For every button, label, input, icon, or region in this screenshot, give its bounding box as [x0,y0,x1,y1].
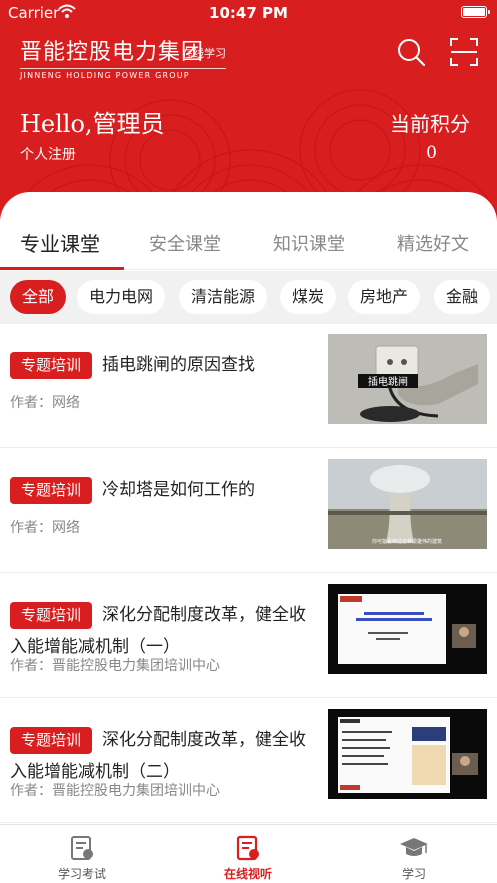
category-tag: 专题培训 [10,476,93,504]
article-thumbnail [328,709,487,799]
content-panel: 专业课堂 安全课堂 知识课堂 精选好文 全部 电力电网 清洁能源 煤炭 房地产 … [0,192,497,824]
tab-label: 在线视听 [223,867,272,881]
bottom-tab-bar: 学习考试 在线视听 学习 [0,824,497,883]
clock: 10:47 PM [209,4,288,22]
tab-safety[interactable]: 安全课堂 [149,230,221,256]
category-chip-coal[interactable]: 煤炭 [280,280,337,314]
article-title-row: 专题培训 深化分配制度改革，健全收入能增能减机制（一） [10,599,322,663]
article-title-row: 专题培训 插电跳闸的原因查找 [10,349,322,381]
tab-study-exam[interactable]: 学习考试 [22,835,142,882]
exam-icon [71,836,93,860]
user-greeting: Hello,管理员 [20,110,165,138]
category-tag: 专题培训 [10,351,93,379]
article-thumbnail [328,584,487,674]
search-icon[interactable] [396,37,426,67]
tab-label: 学习考试 [57,867,106,881]
category-chip-all[interactable]: 全部 [10,280,67,314]
category-chip-grid[interactable]: 电力电网 [77,280,166,314]
tab-knowledge[interactable]: 知识课堂 [273,230,345,256]
article-title: 冷却塔是如何工作的 [102,480,256,500]
article-title: 插电跳闸的原因查找 [102,355,256,375]
tab-online-video[interactable]: 在线视听 [188,835,308,882]
article-title-row: 专题培训 冷却塔是如何工作的 [10,474,322,506]
brand-english-name: JINNENG HOLDING POWER GROUP [20,68,226,80]
tab-study[interactable]: 学习 [354,835,474,882]
graduation-cap-icon [400,838,428,856]
thumbnail-caption: 插电跳闸 [368,375,408,388]
article-thumbnail: 插电跳闸 [328,334,487,424]
article-author: 作者：晋能控股电力集团培训中心 [10,783,220,799]
list-item[interactable]: 专题培训 冷却塔是如何工作的 作者：网络 你可能看到过这种很雄伟的建筑 [0,449,497,573]
list-item[interactable]: 专题培训 深化分配制度改革，健全收入能增能减机制（二） 作者：晋能控股电力集团培训… [0,699,497,823]
tab-label: 学习 [401,867,426,881]
tab-featured[interactable]: 精选好文 [397,230,469,256]
active-tab-indicator [0,267,124,270]
category-chip-real-estate[interactable]: 房地产 [348,280,421,314]
points-value: 0 [426,143,437,163]
video-icon [236,835,259,861]
article-thumbnail: 你可能看到过这种很雄伟的建筑 [328,459,487,549]
thumbnail-caption: 你可能看到过这种很雄伟的建筑 [372,538,442,545]
status-bar: Carrier 10:47 PM [0,0,497,26]
register-link[interactable]: 个人注册 [20,144,76,164]
tab-professional[interactable]: 专业课堂 [20,228,100,257]
category-filter-bar: 全部 电力电网 清洁能源 煤炭 房地产 金融 [0,271,497,324]
list-item[interactable]: 专题培训 深化分配制度改革，健全收入能增能减机制（一） 作者：晋能控股电力集团培训… [0,574,497,698]
scan-icon[interactable] [449,37,479,67]
category-chip-finance[interactable]: 金融 [434,280,491,314]
article-author: 作者：网络 [10,395,80,411]
list-item[interactable]: 专题培训 插电跳闸的原因查找 作者：网络 插电跳闸 [0,324,497,448]
battery-icon [461,6,490,18]
article-author: 作者：网络 [10,520,80,536]
brand-logo: 晋能控股电力集团 JINNENG HOLDING POWER GROUP 在线学… [20,34,226,80]
article-title-row: 专题培训 深化分配制度改革，健全收入能增能减机制（二） [10,724,322,788]
points-label: 当前积分 [390,112,470,136]
category-chip-clean-energy[interactable]: 清洁能源 [179,280,268,314]
course-tabs: 专业课堂 安全课堂 知识课堂 精选好文 [0,222,497,270]
article-author: 作者：晋能控股电力集团培训中心 [10,658,220,674]
category-tag: 专题培训 [10,726,93,754]
category-tag: 专题培训 [10,601,93,629]
brand-slogan: 在线学习 [182,47,226,60]
